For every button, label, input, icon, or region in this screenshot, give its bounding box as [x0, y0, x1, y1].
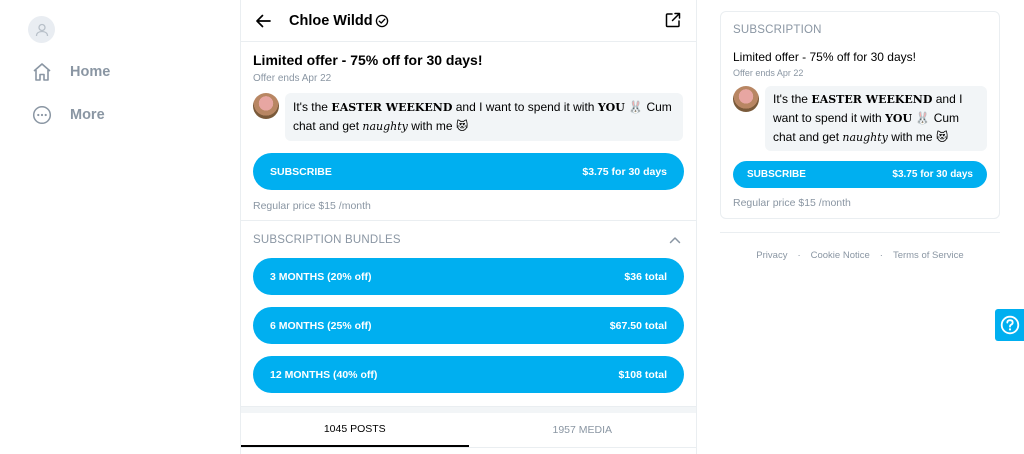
share-button[interactable]	[664, 11, 684, 31]
card-regular-price: Regular price $15 /month	[733, 197, 851, 209]
nav-home-label: Home	[70, 64, 111, 80]
creator-avatar[interactable]	[733, 86, 759, 112]
profile-name: Chloe Wildd	[289, 12, 373, 29]
user-avatar[interactable]	[28, 16, 55, 43]
message-text: It's the	[293, 100, 332, 114]
help-button[interactable]	[995, 309, 1024, 341]
bundle-price: $108 total	[618, 368, 667, 381]
user-placeholder-icon	[35, 23, 48, 36]
home-icon	[33, 63, 51, 81]
bundle-button-6-months[interactable]: 6 MONTHS (25% off) $67.50 total	[253, 307, 684, 344]
bundle-label: 12 MONTHS (40% off)	[270, 368, 378, 381]
cookie-notice-link[interactable]: Cookie Notice	[811, 250, 870, 261]
nav-item-more[interactable]: More	[32, 103, 105, 127]
profile-header: Chloe Wildd	[241, 0, 696, 42]
offer-message-bubble: It's the EASTER WEEKEND and I want to sp…	[285, 93, 683, 141]
left-navigation: Home More	[0, 0, 240, 454]
message-text: and I want to spend it with	[452, 100, 598, 114]
offer-title: Limited offer - 75% off for 30 days!	[253, 52, 483, 68]
footer-separator: ·	[879, 250, 883, 261]
rabbit-emoji: 🐰	[912, 111, 934, 125]
right-sidebar: SUBSCRIPTION Limited offer - 75% off for…	[720, 11, 1000, 261]
profile-column: Chloe Wildd Limited offer - 75% off for …	[240, 0, 697, 454]
more-icon	[32, 105, 52, 125]
cat-emoji: 😻	[455, 119, 469, 133]
bundle-price: $36 total	[624, 270, 667, 283]
message-bold-text: EASTER WEEKEND	[331, 101, 453, 114]
content-tabs: 1045 POSTS 1957 MEDIA	[241, 413, 696, 448]
regular-price: Regular price $15 /month	[241, 190, 696, 221]
subscription-heading: SUBSCRIPTION	[733, 24, 822, 36]
bundles-title: SUBSCRIPTION BUNDLES	[253, 233, 401, 246]
message-italic-text: naughty	[842, 131, 888, 144]
subscribe-label: SUBSCRIBE	[270, 165, 332, 178]
terms-link[interactable]: Terms of Service	[893, 250, 964, 261]
message-bold-text: EASTER WEEKEND	[811, 93, 933, 106]
share-icon	[665, 12, 681, 28]
message-text: It's the	[773, 92, 812, 106]
cat-emoji: 😻	[935, 130, 949, 144]
bundle-button-12-months[interactable]: 12 MONTHS (40% off) $108 total	[253, 356, 684, 393]
tab-posts[interactable]: 1045 POSTS	[241, 413, 469, 447]
subscribe-label: SUBSCRIBE	[747, 169, 806, 180]
subscription-card: SUBSCRIPTION Limited offer - 75% off for…	[720, 11, 1000, 219]
message-italic-text: naughty	[362, 120, 408, 133]
footer-links: Privacy · Cookie Notice · Terms of Servi…	[720, 250, 1000, 261]
subscribe-price: $3.75 for 30 days	[582, 165, 667, 178]
chevron-up-icon	[669, 236, 681, 243]
subscribe-button[interactable]: SUBSCRIBE $3.75 for 30 days	[253, 153, 684, 190]
verified-badge	[375, 14, 389, 28]
offer-ends: Offer ends Apr 22	[253, 73, 332, 84]
card-offer-ends: Offer ends Apr 22	[733, 68, 804, 78]
offer-message: It's the EASTER WEEKEND and I want to sp…	[253, 93, 684, 141]
bundle-price: $67.50 total	[609, 319, 667, 332]
bundle-label: 3 MONTHS (20% off)	[270, 270, 372, 283]
back-arrow-icon	[256, 14, 271, 27]
nav-item-home[interactable]: Home	[32, 60, 110, 84]
help-icon	[1000, 315, 1019, 335]
bundle-button-3-months[interactable]: 3 MONTHS (20% off) $36 total	[253, 258, 684, 295]
creator-avatar[interactable]	[253, 93, 279, 119]
card-subscribe-button[interactable]: SUBSCRIBE $3.75 for 30 days	[733, 161, 987, 188]
nav-more-label: More	[70, 107, 105, 123]
message-bold-text: YOU	[885, 112, 913, 125]
card-message-bubble: It's the EASTER WEEKEND and I want to sp…	[765, 86, 987, 151]
rabbit-emoji: 🐰	[624, 100, 647, 114]
footer-separator: ·	[797, 250, 801, 261]
footer-divider	[720, 232, 1000, 233]
card-offer-message: It's the EASTER WEEKEND and I want to sp…	[733, 86, 987, 151]
card-offer-title: Limited offer - 75% off for 30 days!	[733, 50, 916, 64]
bundles-toggle[interactable]: SUBSCRIPTION BUNDLES	[241, 221, 696, 258]
tab-media[interactable]: 1957 MEDIA	[469, 413, 697, 447]
limited-offer-section: Limited offer - 75% off for 30 days! Off…	[241, 42, 696, 141]
bundle-list: 3 MONTHS (20% off) $36 total 6 MONTHS (2…	[241, 258, 696, 407]
verified-icon	[375, 14, 388, 27]
bundle-label: 6 MONTHS (25% off)	[270, 319, 372, 332]
subscribe-price: $3.75 for 30 days	[892, 169, 973, 180]
back-button[interactable]	[253, 11, 273, 31]
message-text: with me	[887, 130, 936, 144]
message-text: with me	[407, 119, 456, 133]
privacy-link[interactable]: Privacy	[756, 250, 787, 261]
message-bold-text: YOU	[597, 101, 625, 114]
